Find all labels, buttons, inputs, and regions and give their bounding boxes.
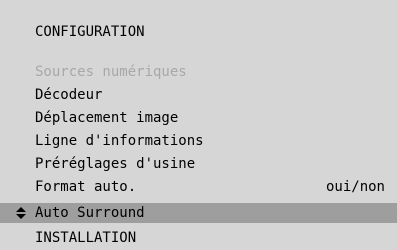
menu-item-sources-numeriques: Sources numériques xyxy=(0,62,397,82)
menu-item-format-auto[interactable]: Format auto. oui/non xyxy=(0,177,397,197)
up-down-arrows-icon xyxy=(16,207,26,219)
menu-item-label: INSTALLATION xyxy=(35,230,137,246)
menu-item-label: Format auto. xyxy=(35,179,137,195)
menu-item-installation[interactable]: INSTALLATION xyxy=(0,228,397,248)
menu-item-label: Auto Surround xyxy=(35,205,145,221)
menu-item-auto-surround[interactable]: Auto Surround xyxy=(0,203,397,223)
menu-item-label: Sources numériques xyxy=(35,64,187,80)
menu-item-value: oui/non xyxy=(325,179,385,195)
menu-item-ligne-informations[interactable]: Ligne d'informations xyxy=(0,131,397,151)
menu-item-label: Déplacement image xyxy=(35,110,179,126)
menu-title: CONFIGURATION xyxy=(0,22,397,42)
menu-title-label: CONFIGURATION xyxy=(35,24,145,40)
menu-item-decodeur[interactable]: Décodeur xyxy=(0,85,397,105)
menu-item-prereglages-usine[interactable]: Préréglages d'usine xyxy=(0,154,397,174)
menu-item-deplacement-image[interactable]: Déplacement image xyxy=(0,108,397,128)
configuration-menu-screen: CONFIGURATION Sources numériques Décodeu… xyxy=(0,0,397,250)
menu-item-label: Préréglages d'usine xyxy=(35,156,196,172)
menu-item-label: Ligne d'informations xyxy=(35,133,204,149)
menu-item-label: Décodeur xyxy=(35,87,103,103)
